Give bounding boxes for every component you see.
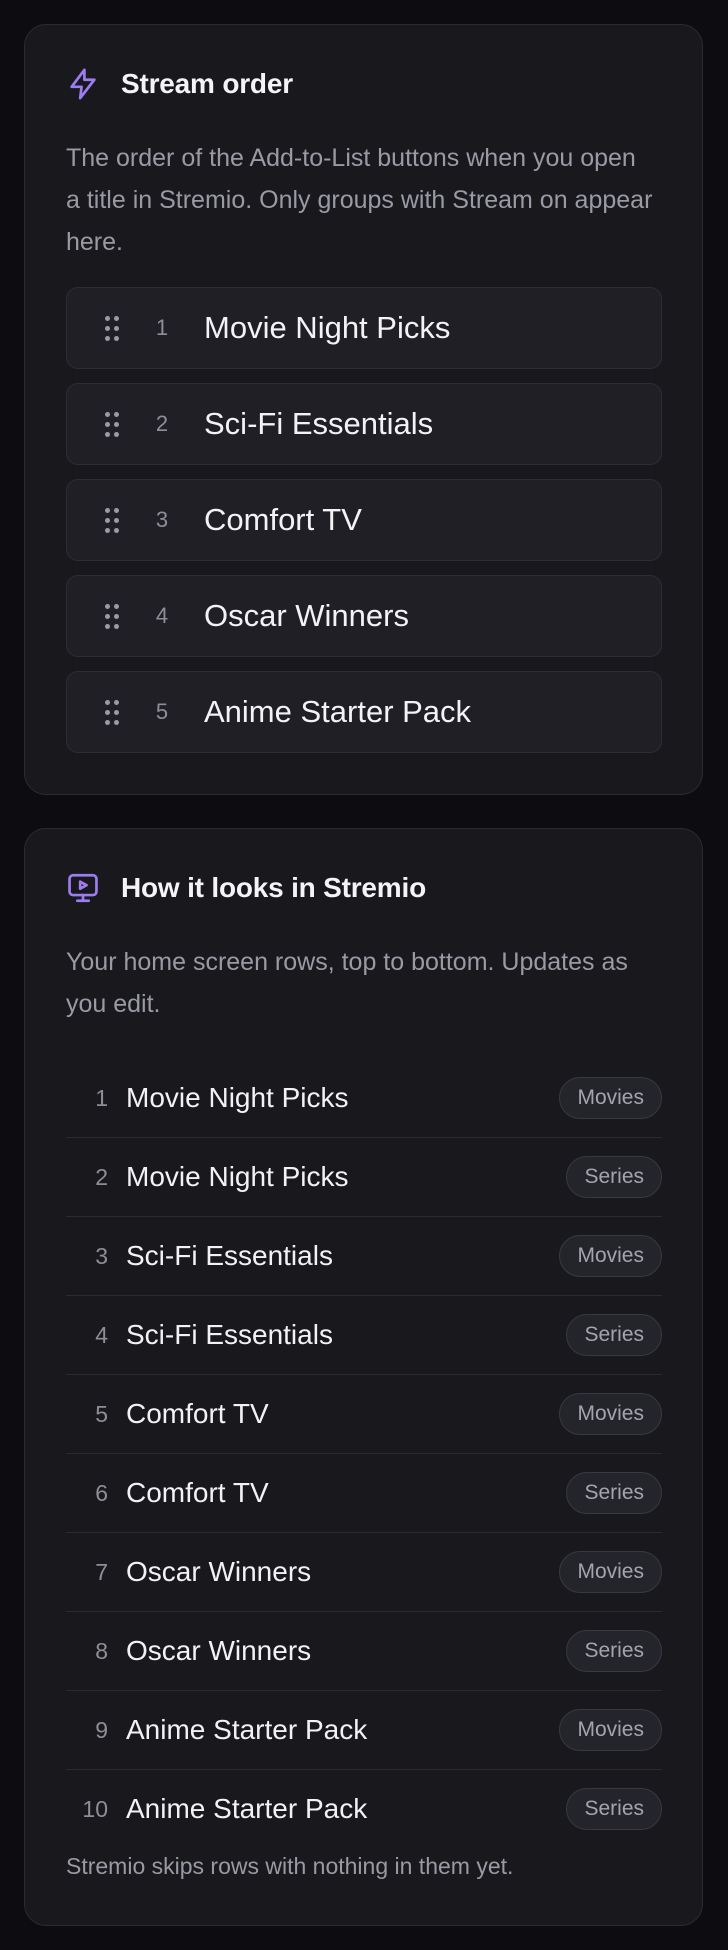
preview-footer-note: Stremio skips rows with nothing in them … [66,1853,514,1879]
row-name: Movie Night Picks [126,1161,349,1192]
preview-description: Your home screen rows, top to bottom. Up… [66,948,628,1018]
type-badge: Series [566,1630,662,1672]
stream-order-name: Comfort TV [204,502,362,537]
type-badge: Series [566,1156,662,1198]
type-badge: Series [566,1788,662,1830]
preview-header: How it looks in Stremio [66,871,426,905]
stream-order-item[interactable]: 2 Sci-Fi Essentials [66,383,662,465]
stream-order-name: Movie Night Picks [204,310,451,345]
stream-order-list: 1 Movie Night Picks 2 Sci-Fi Essentials … [66,287,662,767]
type-badge: Series [566,1314,662,1356]
row-name: Anime Starter Pack [126,1714,368,1745]
stream-order-header: Stream order [66,67,293,101]
row-number: 3 [95,1242,108,1269]
home-row: 6 Comfort TV Series [66,1454,662,1533]
stream-order-name: Sci-Fi Essentials [204,406,434,441]
stream-order-number: 3 [155,507,169,532]
stream-order-number: 5 [155,699,169,724]
stream-order-name: Anime Starter Pack [204,694,472,729]
stream-order-number: 1 [155,315,169,340]
drag-handle-icon[interactable] [105,508,119,534]
row-name: Sci-Fi Essentials [126,1240,333,1271]
row-number: 9 [95,1716,108,1743]
stremio-preview-card: How it looks in Stremio Your home screen… [24,828,703,1926]
row-number: 4 [95,1321,108,1348]
home-row: 9 Anime Starter Pack Movies [66,1691,662,1770]
stream-order-item[interactable]: 5 Anime Starter Pack [66,671,662,753]
type-badge: Movies [559,1709,662,1751]
drag-handle-icon[interactable] [105,604,119,630]
home-row: 4 Sci-Fi Essentials Series [66,1296,662,1375]
type-badge: Series [566,1472,662,1514]
home-row: 2 Movie Night Picks Series [66,1138,662,1217]
home-row: 10 Anime Starter Pack Series [66,1770,662,1848]
stream-order-name: Oscar Winners [204,598,409,633]
type-badge: Movies [559,1393,662,1435]
stream-order-number: 4 [155,603,169,628]
drag-handle-icon[interactable] [105,412,119,438]
type-badge: Movies [559,1551,662,1593]
stream-order-item[interactable]: 4 Oscar Winners [66,575,662,657]
row-name: Comfort TV [126,1477,269,1508]
home-row: 3 Sci-Fi Essentials Movies [66,1217,662,1296]
drag-handle-icon[interactable] [105,316,119,342]
lightning-bolt-icon [66,67,100,101]
home-row: 1 Movie Night Picks Movies [66,1059,662,1138]
row-number: 7 [95,1558,108,1585]
row-number: 8 [95,1637,108,1664]
stream-order-description: The order of the Add-to-List buttons whe… [66,144,653,256]
row-name: Movie Night Picks [126,1082,349,1113]
home-row: 8 Oscar Winners Series [66,1612,662,1691]
stream-order-item[interactable]: 3 Comfort TV [66,479,662,561]
row-name: Oscar Winners [126,1635,312,1666]
stream-order-number: 2 [155,411,169,436]
home-row: 7 Oscar Winners Movies [66,1533,662,1612]
drag-handle-icon[interactable] [105,700,119,726]
stream-order-title: Stream order [121,68,293,99]
row-number: 2 [95,1163,108,1190]
stream-order-card: Stream order The order of the Add-to-Lis… [24,24,703,795]
stream-order-item[interactable]: 1 Movie Night Picks [66,287,662,369]
row-number: 5 [95,1400,108,1427]
type-badge: Movies [559,1235,662,1277]
preview-title: How it looks in Stremio [121,872,426,903]
row-name: Sci-Fi Essentials [126,1319,333,1350]
home-rows-list: 1 Movie Night Picks Movies 2 Movie Night… [66,1059,662,1848]
row-number: 6 [95,1479,108,1506]
tv-play-icon [66,871,100,905]
home-row: 5 Comfort TV Movies [66,1375,662,1454]
row-name: Anime Starter Pack [126,1793,368,1824]
type-badge: Movies [559,1077,662,1119]
row-number: 1 [95,1084,108,1111]
row-name: Oscar Winners [126,1556,312,1587]
row-number: 10 [82,1795,108,1822]
row-name: Comfort TV [126,1398,269,1429]
